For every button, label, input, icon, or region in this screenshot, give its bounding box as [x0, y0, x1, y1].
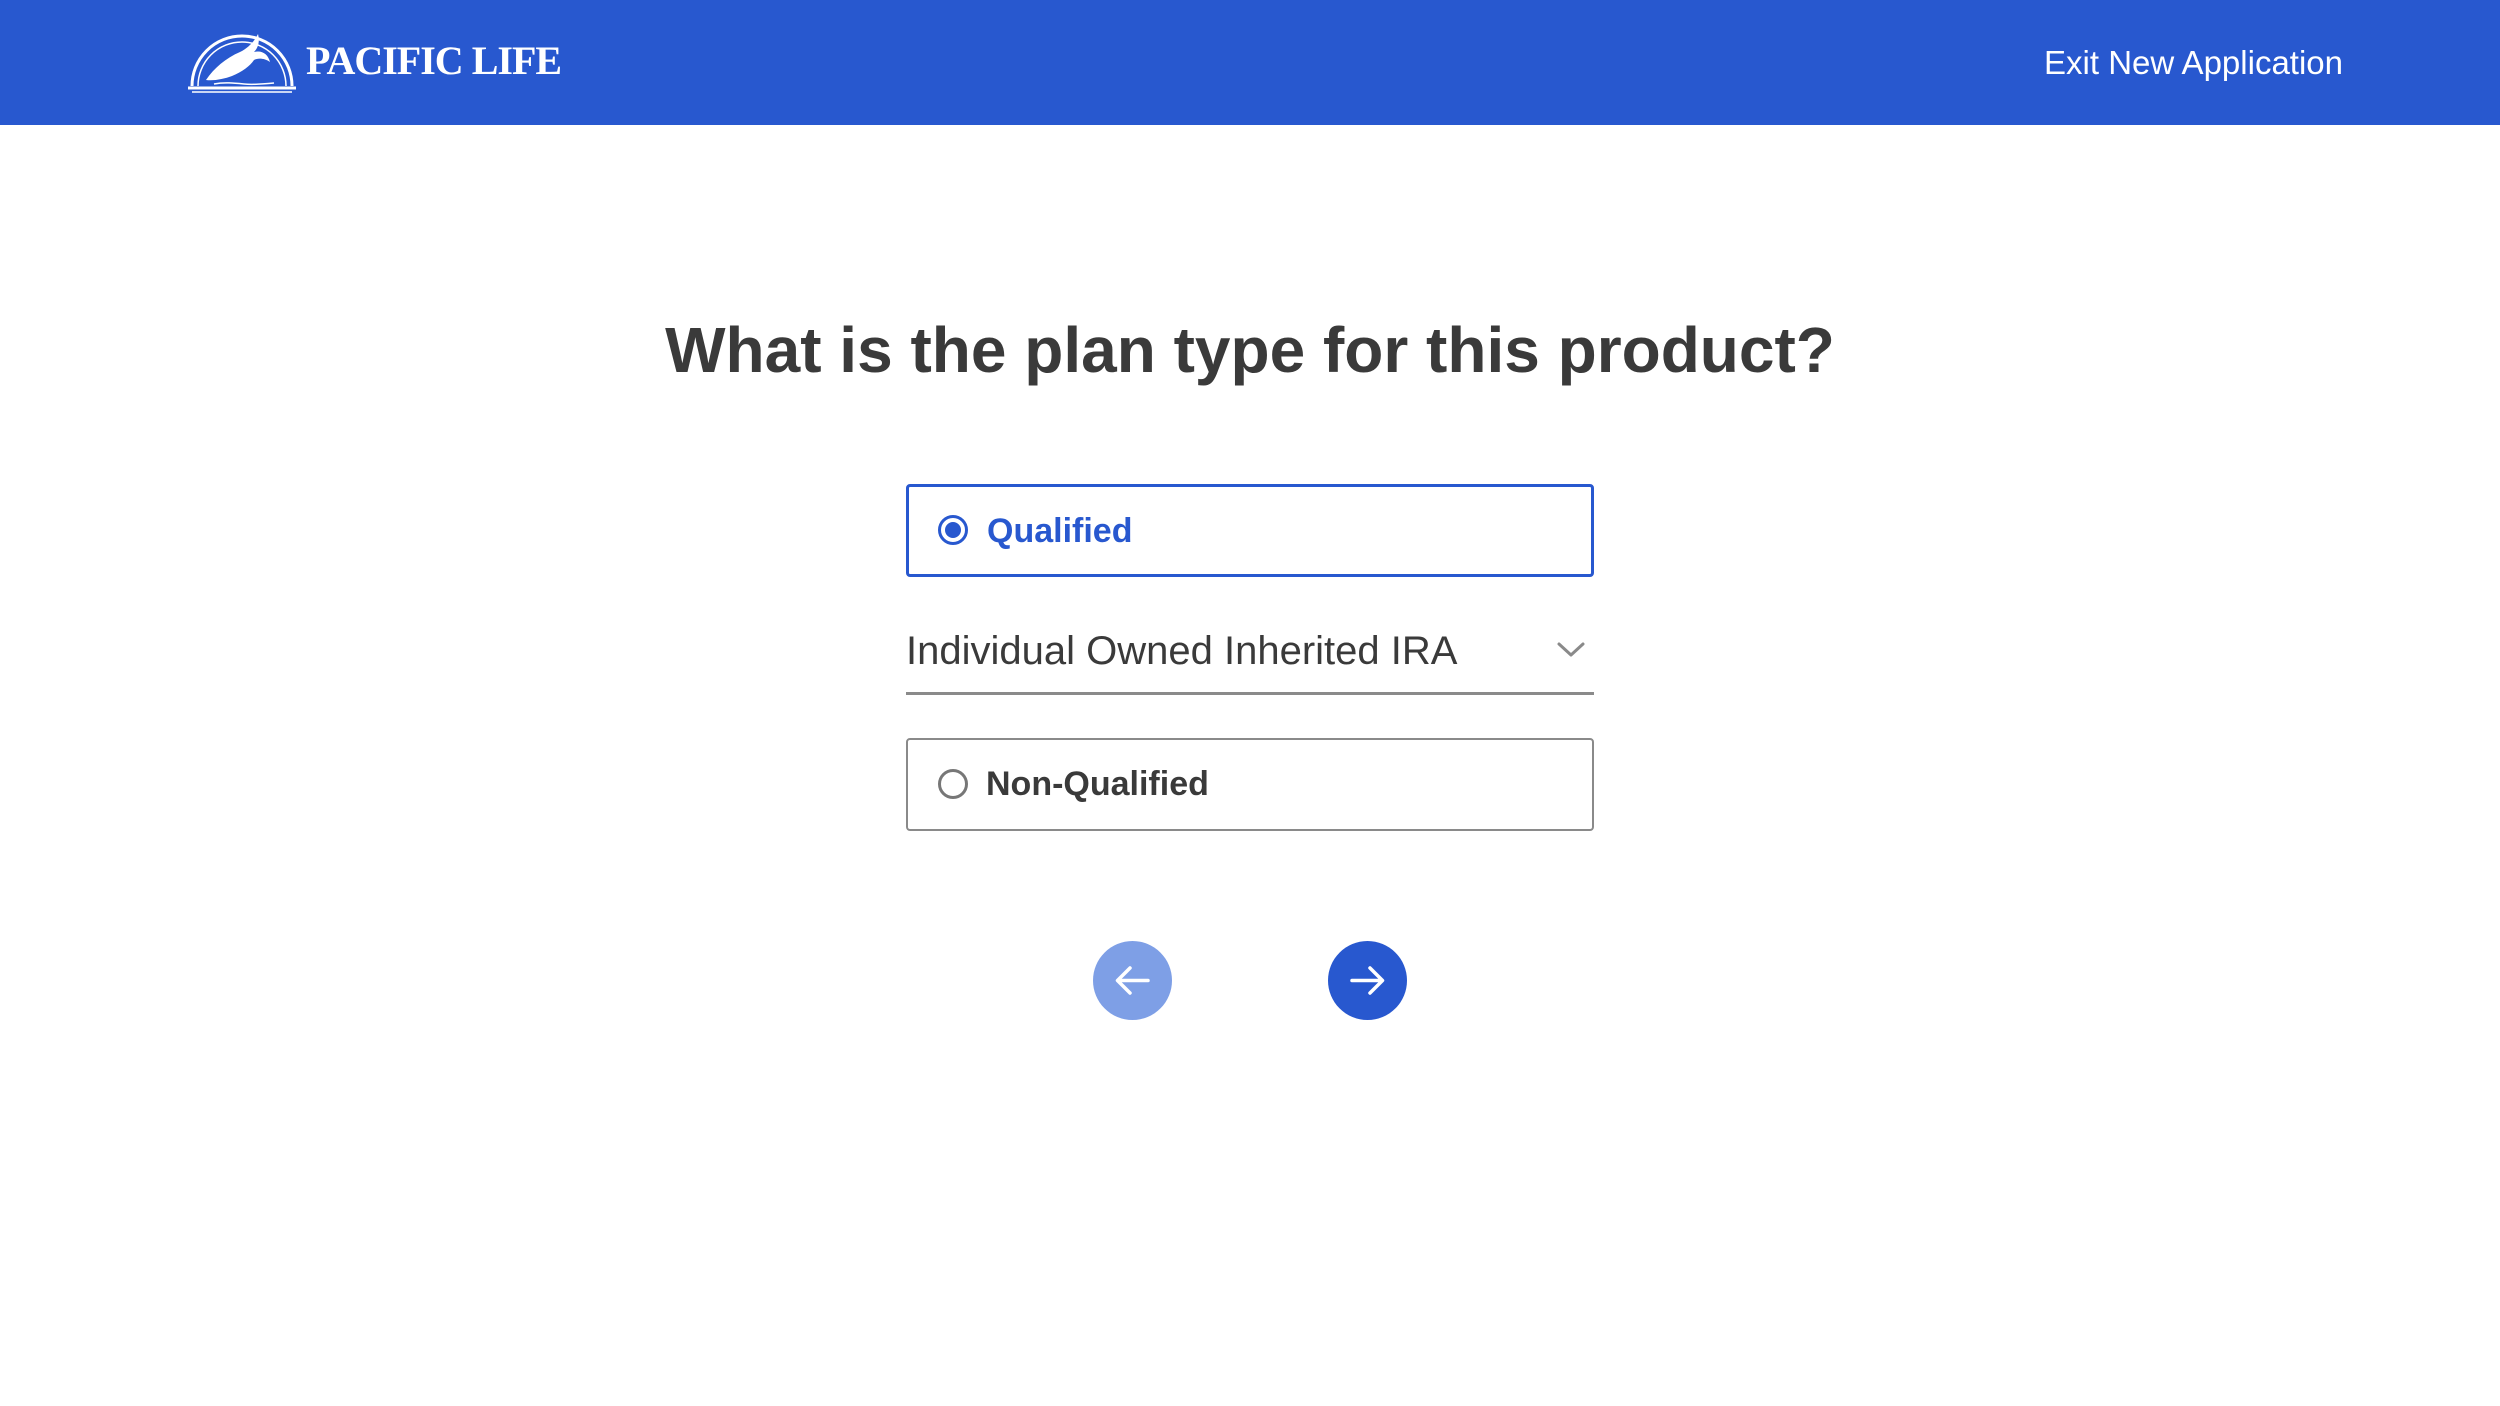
option-qualified[interactable]: Qualified	[906, 484, 1594, 577]
option-non-qualified[interactable]: Non-Qualified	[906, 738, 1594, 831]
logo-wordmark: PACIFIC LIFE	[306, 38, 562, 83]
radio-unselected-icon[interactable]	[938, 769, 968, 799]
exit-new-application-link[interactable]: Exit New Application	[2044, 38, 2343, 88]
chevron-down-icon[interactable]	[1556, 640, 1586, 660]
app-header: PACIFIC LIFE Exit New Application	[0, 0, 2500, 125]
option-qualified-label: Qualified	[987, 512, 1133, 550]
page-title: What is the plan type for this product?	[665, 314, 1835, 386]
pacific-life-logo: PACIFIC LIFE	[184, 28, 562, 94]
plan-type-dropdown-value: Individual Owned Inherited IRA	[906, 629, 1458, 673]
whale-logo-icon	[188, 34, 296, 93]
option-non-qualified-label: Non-Qualified	[986, 765, 1209, 803]
plan-type-dropdown[interactable]: Individual Owned Inherited IRA	[906, 618, 1594, 695]
back-button[interactable]	[1093, 941, 1172, 1020]
arrow-left-icon	[1115, 966, 1150, 995]
next-button[interactable]	[1328, 941, 1407, 1020]
radio-selected-icon[interactable]	[938, 515, 968, 545]
arrow-right-icon	[1350, 966, 1385, 995]
